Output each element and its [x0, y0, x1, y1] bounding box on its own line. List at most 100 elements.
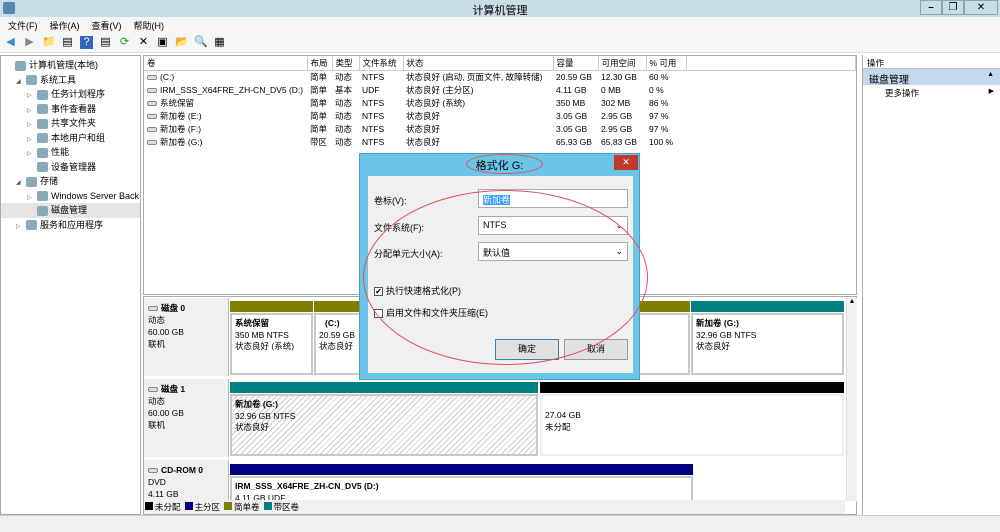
cdrom-0-label[interactable]: CD-ROM 0 DVD 4.11 GB	[144, 460, 229, 502]
actions-section-disk-management[interactable]: 磁盘管理 ▲	[863, 69, 1000, 86]
column-header[interactable]: 类型	[332, 56, 360, 71]
disk-1-label[interactable]: 磁盘 1 动态 60.00 GB 联机	[144, 379, 229, 457]
expand-arrow-icon[interactable]: ◢	[16, 75, 26, 88]
tree-item[interactable]: ◢ 系统工具	[1, 73, 140, 88]
disk-0-label[interactable]: 磁盘 0 动态 60.00 GB 联机	[144, 298, 229, 376]
minimize-button[interactable]: –	[920, 0, 942, 15]
delete-icon[interactable]: ✕	[137, 36, 150, 49]
show-hide-action-icon[interactable]: ▤	[99, 36, 112, 49]
tree-item[interactable]: ▷ 性能	[1, 145, 140, 160]
legend-swatch	[145, 502, 153, 510]
checkbox-unchecked[interactable]	[374, 309, 383, 319]
tree-item[interactable]: ▷ Windows Server Back	[1, 189, 140, 204]
refresh-icon[interactable]: ⟳	[118, 36, 131, 49]
volume-icon	[147, 87, 157, 93]
volume-label-input[interactable]: 新加卷	[478, 189, 628, 208]
table-cell: 65.83 GB	[601, 136, 637, 147]
disk-name: CD-ROM 0	[148, 464, 224, 476]
expand-arrow-icon[interactable]: ◢	[16, 176, 26, 189]
checkbox-checked[interactable]: ✔	[374, 287, 383, 297]
table-cell: 系统保留	[144, 96, 307, 109]
tree-item[interactable]: ▷ 共享文件夹	[1, 116, 140, 131]
tree-item-icon	[37, 118, 48, 129]
actions-pane: 操作 磁盘管理 ▲ 更多操作 ▶	[862, 55, 1000, 515]
expand-arrow-icon[interactable]: ▷	[27, 191, 37, 204]
disk-map-scrollbar[interactable]: ▲	[846, 298, 857, 501]
volume-icon	[147, 139, 157, 145]
dialog-close-button[interactable]: ✕	[614, 155, 638, 170]
search-icon[interactable]: 🔍	[194, 36, 208, 49]
table-row[interactable]: 系统保留 简单 动态 NTFS 状态良好 (系统) 350 MB 302 MB 86 %	[144, 96, 856, 109]
settings-icon[interactable]: ▦	[213, 36, 226, 49]
compression-checkbox[interactable]: 启用文件和文件夹压缩(E)	[374, 306, 488, 319]
restore-button[interactable]: ❐	[942, 0, 964, 15]
table-cell: 0 %	[649, 84, 664, 95]
more-actions[interactable]: 更多操作 ▶	[863, 85, 1000, 99]
table-row[interactable]: IRM_SSS_X64FRE_ZH-CN_DV5 (D:) 简单 基本 UDF 状态良好…	[144, 83, 856, 96]
table-cell: NTFS	[362, 97, 385, 108]
unallocated-space[interactable]: 27.04 GB 未分配	[540, 394, 844, 456]
expand-arrow-icon[interactable]: ▷	[27, 89, 37, 102]
striped-volume-bar	[230, 382, 538, 393]
back-icon[interactable]: ◀	[4, 36, 17, 49]
column-header[interactable]: 卷	[144, 56, 308, 71]
expand-arrow-icon[interactable]: ▷	[27, 133, 37, 146]
allocation-size-select[interactable]: 默认值 ⌄	[478, 242, 628, 261]
column-header[interactable]: 可用空间	[598, 56, 647, 71]
menu-file[interactable]: 文件(F)	[8, 19, 38, 32]
table-cell: 2.95 GB	[601, 123, 633, 134]
close-button[interactable]: ✕	[964, 0, 998, 15]
tree-item[interactable]: ▷ 任务计划程序	[1, 87, 140, 102]
table-row[interactable]: 新加卷 (F:) 简单 动态 NTFS 状态良好 3.05 GB 2.95 GB 97 %	[144, 122, 856, 135]
allocation-size-label: 分配单元大小(A):	[374, 249, 443, 259]
table-row[interactable]: 新加卷 (E:) 简单 动态 NTFS 状态良好 3.05 GB 2.95 GB 97 %	[144, 109, 856, 122]
expand-arrow-icon[interactable]: ▷	[27, 118, 37, 131]
forward-icon[interactable]: ▶	[23, 36, 36, 49]
column-header[interactable]: 布局	[307, 56, 333, 71]
cancel-button[interactable]: 取消	[564, 339, 628, 360]
tree-item-icon	[37, 191, 48, 202]
tree-item[interactable]: ▷ 本地用户和组	[1, 131, 140, 146]
expand-arrow-icon[interactable]: ▷	[16, 220, 26, 233]
column-header[interactable]: 容量	[553, 56, 599, 71]
collapse-icon[interactable]: ▲	[987, 71, 994, 78]
partition-system-reserved[interactable]: 系统保留 350 MB NTFS 状态良好 (系统)	[230, 313, 313, 375]
show-hide-tree-icon[interactable]: ▤	[61, 36, 74, 49]
partition-g-disk1[interactable]: 新加卷 (G:) 32.96 GB NTFS 状态良好	[230, 394, 538, 456]
tree-item[interactable]: ◢ 存储	[1, 174, 140, 189]
tree-item-label: 设备管理器	[51, 161, 97, 172]
table-row[interactable]: (C:) 简单 动态 NTFS 状态良好 (启动, 页面文件, 故障转储) 20.59 G…	[144, 70, 856, 83]
table-cell: 302 MB	[601, 97, 631, 108]
menu-help[interactable]: 帮助(H)	[134, 19, 165, 32]
table-cell: 新加卷 (G:)	[144, 135, 307, 148]
table-cell: 60 %	[649, 71, 669, 82]
file-system-select[interactable]: NTFS ⌄	[478, 216, 628, 235]
tree-item[interactable]: ▷ 事件查看器	[1, 102, 140, 117]
table-cell: UDF	[362, 84, 380, 95]
table-cell: 带区	[310, 136, 328, 147]
ok-button[interactable]: 确定	[495, 339, 559, 360]
menu-view[interactable]: 查看(V)	[92, 19, 122, 32]
tree-item-icon	[26, 75, 37, 86]
column-header[interactable]: 状态	[403, 56, 554, 71]
partition-d[interactable]: IRM_SSS_X64FRE_ZH-CN_DV5 (D:) 4.11 GB UDF	[230, 476, 693, 503]
chevron-down-icon: ⌄	[615, 220, 623, 230]
tree-item[interactable]: ▷ 服务和应用程序	[1, 218, 140, 233]
open-icon[interactable]: 📂	[175, 36, 189, 49]
menu-action[interactable]: 操作(A)	[50, 19, 80, 32]
tree-item[interactable]: 计算机管理(本地)	[1, 58, 140, 73]
expand-arrow-icon[interactable]: ▷	[27, 104, 37, 117]
quick-format-checkbox[interactable]: ✔ 执行快速格式化(P)	[374, 284, 461, 297]
scroll-up-icon[interactable]: ▲	[847, 298, 857, 305]
table-row[interactable]: 新加卷 (G:) 带区 动态 NTFS 状态良好 65.93 GB 65.83 GB 100 …	[144, 135, 856, 148]
expand-arrow-icon[interactable]: ▷	[27, 147, 37, 160]
partition-g[interactable]: 新加卷 (G:) 32.96 GB NTFS 状态良好	[691, 313, 844, 375]
column-header[interactable]: % 可用	[646, 56, 687, 71]
up-folder-icon[interactable]: 📁	[42, 36, 56, 49]
help-icon[interactable]: ?	[80, 36, 93, 49]
tree-item[interactable]: 设备管理器	[1, 160, 140, 175]
properties-icon[interactable]: ▣	[156, 36, 169, 49]
navigation-tree: 计算机管理(本地) ◢ 系统工具 ▷ 任务计划程序 ▷ 事件查看器 ▷ 共享文件夹 ▷ 本地用户和组…	[0, 55, 141, 515]
column-header[interactable]: 文件系统	[359, 56, 404, 71]
tree-item[interactable]: 磁盘管理	[1, 203, 140, 218]
